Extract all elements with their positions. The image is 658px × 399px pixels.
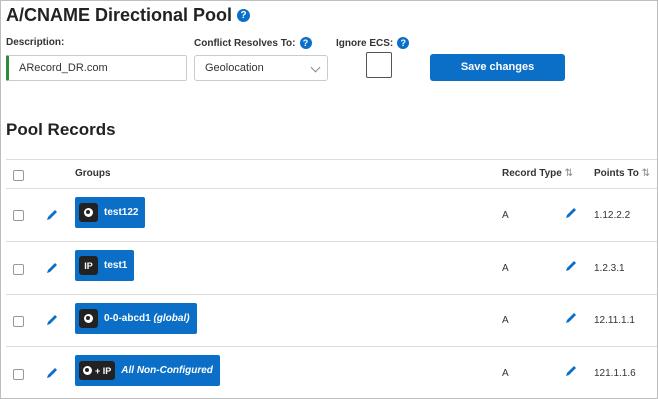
save-button[interactable]: Save changes — [430, 54, 565, 81]
group-button[interactable]: 0-0-abcd1 (global) — [75, 303, 197, 334]
page-title-text: A/CNAME Directional Pool — [6, 5, 233, 25]
row-divider — [6, 188, 657, 189]
ip-icon: IP — [79, 256, 98, 275]
record-type-header[interactable]: Record Type ⇅ — [502, 168, 573, 179]
row-checkbox[interactable] — [13, 264, 24, 275]
edit-record-type-icon[interactable] — [564, 364, 578, 378]
points-to-header[interactable]: Points To ⇅ — [594, 168, 650, 179]
sort-icon[interactable]: ⇅ — [642, 168, 650, 179]
description-label-text: Description: — [6, 37, 65, 48]
edit-pencil-icon[interactable] — [45, 208, 59, 222]
group-name: test1 — [104, 260, 128, 271]
description-label: Description: — [6, 37, 64, 48]
row-divider — [6, 241, 657, 242]
record-type-cell: A — [502, 368, 509, 379]
group-button[interactable]: test122 — [75, 197, 146, 228]
help-icon[interactable]: ? — [237, 9, 251, 22]
select-all-checkbox[interactable] — [13, 170, 24, 181]
row-checkbox[interactable] — [13, 369, 24, 380]
record-type-cell: A — [502, 263, 509, 274]
ignore-ecs-checkbox[interactable] — [366, 52, 392, 78]
conflict-select-value: Geolocation — [205, 62, 264, 74]
record-type-cell: A — [502, 315, 509, 326]
sort-icon[interactable]: ⇅ — [565, 168, 573, 179]
conflict-select[interactable]: Geolocation — [194, 55, 328, 81]
conflict-help-icon[interactable]: ? — [299, 37, 312, 49]
edit-record-type-icon[interactable] — [564, 311, 578, 325]
group-name: test122 — [104, 207, 139, 218]
group-name-text: 0-0-abcd1 — [104, 313, 151, 324]
points-to-cell: 1.12.2.2 — [594, 210, 631, 221]
globe-icon — [79, 203, 98, 222]
points-to-cell: 12.11.1.1 — [594, 315, 635, 326]
group-button[interactable]: IP test1 — [75, 250, 135, 281]
points-to-cell: 1.2.3.1 — [594, 263, 625, 274]
row-checkbox[interactable] — [13, 210, 24, 221]
table-top-divider — [6, 159, 657, 160]
edit-record-type-icon[interactable] — [564, 259, 578, 273]
row-checkbox[interactable] — [13, 316, 24, 327]
globe-ip-icon: + IP — [79, 361, 116, 380]
group-button[interactable]: + IP All Non-Configured — [75, 355, 220, 386]
group-scope-label: (global) — [153, 313, 190, 324]
globe-ip-icon-text: + IP — [95, 365, 112, 376]
group-name: 0-0-abcd1 (global) — [104, 313, 190, 324]
edit-record-type-icon[interactable] — [564, 206, 578, 220]
edit-pencil-icon[interactable] — [45, 313, 59, 327]
group-name-text: All Non-Configured — [121, 365, 213, 376]
record-type-cell: A — [502, 210, 509, 221]
row-divider — [6, 294, 657, 295]
page-title: A/CNAME Directional Pool ? — [6, 5, 251, 26]
ignore-ecs-label: Ignore ECS: ? — [336, 37, 410, 49]
description-input[interactable]: ARecord_DR.com — [6, 55, 187, 81]
edit-pencil-icon[interactable] — [45, 261, 59, 275]
conflict-label-text: Conflict Resolves To: — [194, 37, 296, 49]
ignore-ecs-label-text: Ignore ECS: — [336, 37, 394, 49]
points-to-header-text: Points To — [594, 168, 639, 179]
points-to-cell: 121.1.1.6 — [594, 368, 636, 379]
record-type-header-text: Record Type — [502, 168, 562, 179]
row-divider — [6, 346, 657, 347]
conflict-label: Conflict Resolves To: ? — [194, 37, 312, 49]
ignore-ecs-help-icon[interactable]: ? — [397, 37, 410, 49]
group-name: All Non-Configured — [121, 365, 213, 376]
globe-icon — [79, 309, 98, 328]
groups-header: Groups — [75, 168, 111, 179]
edit-pencil-icon[interactable] — [45, 366, 59, 380]
pool-records-title: Pool Records — [6, 120, 116, 139]
chevron-down-icon — [310, 62, 321, 73]
